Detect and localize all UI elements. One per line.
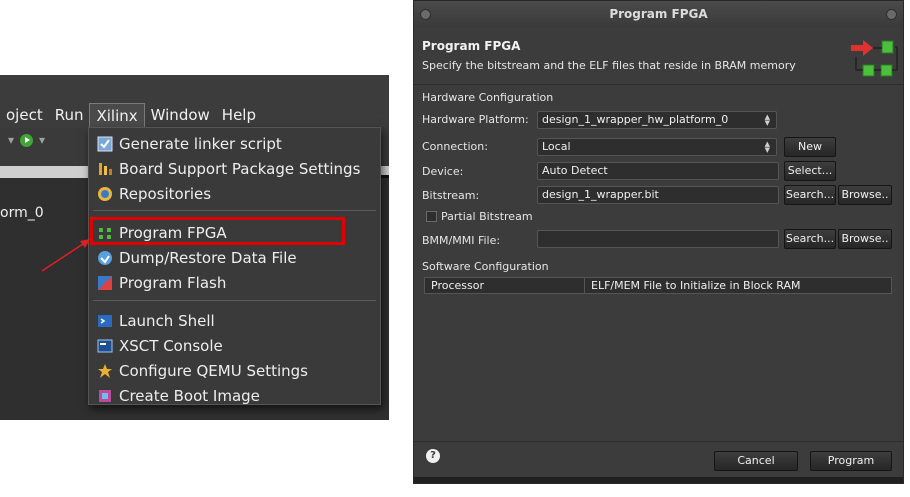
header-separator	[414, 84, 903, 85]
menu-item-bsp-settings[interactable]: Board Support Package Settings	[89, 156, 380, 181]
toolbar-icons: ▾ ▾	[8, 133, 45, 147]
dialog-bottom-edge	[414, 477, 903, 483]
partial-bitstream-label: Partial Bitstream	[441, 210, 533, 223]
dropdown-arrow-icon[interactable]: ▾	[8, 133, 14, 147]
bitstream-browse-button[interactable]: Browse..	[838, 185, 892, 205]
menu-item-configure-qemu[interactable]: Configure QEMU Settings	[89, 358, 380, 383]
menu-separator	[93, 210, 376, 211]
eclipse-menu-screenshot: oject Run Xilinx Window Help ▾ ▾ orm_0 G…	[0, 75, 389, 420]
combo-arrow-icon: ▲ ▼	[764, 113, 770, 127]
hardware-platform-combo[interactable]: design_1_wrapper_hw_platform_0 ▲ ▼	[537, 111, 777, 129]
processor-table-header: Processor ELF/MEM File to Initialize in …	[424, 277, 892, 294]
menu-separator	[93, 300, 376, 301]
menu-window[interactable]: Window	[145, 103, 216, 127]
connection-value: Local	[542, 140, 571, 153]
tree-item[interactable]: orm_0	[0, 205, 44, 221]
device-field[interactable]: Auto Detect	[537, 162, 779, 180]
menu-run[interactable]: Run	[49, 103, 90, 127]
partial-bitstream-checkbox[interactable]	[426, 211, 437, 222]
linker-script-icon	[97, 136, 113, 152]
menu-item-label: Create Boot Image	[119, 386, 260, 405]
bmm-search-button[interactable]: Search...	[784, 229, 836, 249]
menu-item-label: Dump/Restore Data File	[119, 248, 297, 267]
menu-item-xsct-console[interactable]: XSCT Console	[89, 333, 380, 358]
menu-item-launch-shell[interactable]: Launch Shell	[89, 308, 380, 333]
combo-arrow-icon: ▲ ▼	[764, 140, 770, 154]
new-connection-button[interactable]: New	[784, 137, 836, 157]
menu-item-label: Generate linker script	[119, 134, 282, 153]
connection-combo[interactable]: Local ▲ ▼	[537, 138, 777, 156]
menu-item-dump-restore[interactable]: Dump/Restore Data File	[89, 245, 380, 270]
column-processor[interactable]: Processor	[425, 278, 585, 293]
cancel-button[interactable]: Cancel	[714, 451, 798, 471]
xilinx-dropdown-menu: Generate linker script Board Support Pac…	[88, 127, 381, 405]
bmm-file-label: BMM/MMI File:	[422, 234, 501, 247]
menu-item-repositories[interactable]: Repositories	[89, 181, 380, 206]
bitstream-value: design_1_wrapper.bit	[542, 188, 659, 201]
menu-item-program-flash[interactable]: Program Flash	[89, 270, 380, 295]
menu-xilinx[interactable]: Xilinx	[89, 102, 145, 127]
menu-item-generate-linker-script[interactable]: Generate linker script	[89, 131, 380, 156]
window-close-button[interactable]	[420, 9, 431, 20]
bitstream-input[interactable]: design_1_wrapper.bit	[537, 186, 779, 204]
repositories-icon	[97, 186, 113, 202]
xsct-console-icon	[97, 338, 113, 354]
menu-item-label: XSCT Console	[119, 336, 223, 355]
bmm-file-input[interactable]	[537, 230, 779, 248]
menu-project[interactable]: oject	[0, 103, 49, 127]
dropdown-arrow-icon[interactable]: ▾	[39, 133, 45, 147]
dialog-header-title: Program FPGA	[422, 39, 521, 53]
bmm-browse-button[interactable]: Browse..	[838, 229, 892, 249]
column-elf-mem-file[interactable]: ELF/MEM File to Initialize in Block RAM	[585, 278, 891, 293]
program-fpga-banner-icon	[851, 40, 898, 77]
help-icon[interactable]: ?	[426, 449, 440, 463]
menu-item-label: Launch Shell	[119, 311, 215, 330]
program-flash-icon	[97, 275, 113, 291]
device-label: Device:	[422, 165, 464, 178]
dump-restore-icon	[97, 250, 113, 266]
connection-label: Connection:	[422, 140, 488, 153]
run-icon[interactable]	[20, 133, 34, 147]
software-section-label: Software Configuration	[422, 260, 549, 273]
menu-item-label: Program Flash	[119, 273, 227, 292]
window-maximize-button[interactable]	[886, 9, 897, 20]
bitstream-search-button[interactable]: Search...	[784, 185, 836, 205]
menu-item-create-boot-image[interactable]: Create Boot Image	[89, 383, 380, 408]
menu-item-label: Repositories	[119, 184, 212, 203]
footer-separator	[414, 441, 903, 442]
highlight-box	[90, 217, 345, 245]
menubar: oject Run Xilinx Window Help	[0, 101, 389, 128]
menu-help[interactable]: Help	[216, 103, 262, 127]
qemu-settings-icon	[97, 363, 113, 379]
bitstream-label: Bitstream:	[422, 189, 480, 202]
boot-image-icon	[97, 388, 113, 404]
dialog-window-title: Program FPGA	[609, 7, 708, 21]
device-value: Auto Detect	[542, 164, 608, 177]
menu-item-label: Configure QEMU Settings	[119, 361, 308, 380]
hardware-section-label: Hardware Configuration	[422, 91, 554, 104]
hardware-platform-label: Hardware Platform:	[422, 113, 529, 126]
menu-item-label: Board Support Package Settings	[119, 159, 361, 178]
program-fpga-dialog: Program FPGA Program FPGA Specify the bi…	[413, 0, 904, 484]
bsp-settings-icon	[97, 161, 113, 177]
hardware-platform-value: design_1_wrapper_hw_platform_0	[542, 113, 729, 126]
program-button[interactable]: Program	[810, 451, 892, 471]
select-device-button[interactable]: Select...	[784, 161, 836, 181]
launch-shell-icon	[97, 313, 113, 329]
dialog-titlebar: Program FPGA	[414, 1, 903, 27]
dialog-header-description: Specify the bitstream and the ELF files …	[422, 59, 796, 72]
